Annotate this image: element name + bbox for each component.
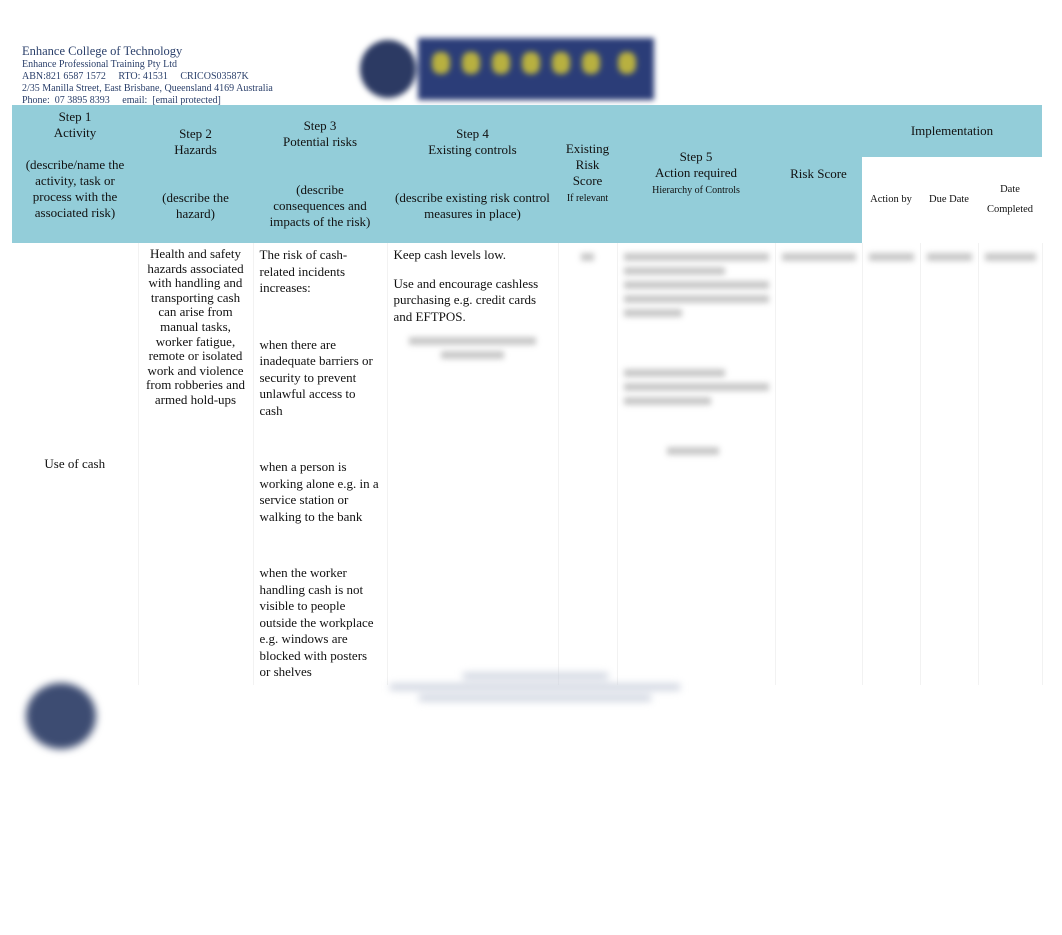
risk-assessment-table: Step 1 Activity (describe/name the activi…	[12, 105, 1043, 685]
header-step4: Step 4 Existing controls (describe existi…	[387, 105, 558, 243]
risk-score-cell	[775, 243, 863, 685]
risks-cell: The risk of cash-related incidents incre…	[253, 243, 388, 685]
controls-cell: Keep cash levels low. Use and encourage …	[387, 243, 559, 685]
registration-ids: ABN:821 6587 1572 RTO: 41531 CRICOS03587…	[22, 71, 249, 82]
action-by-cell	[862, 243, 921, 685]
hazard-cell: Health and safety hazards associated wit…	[138, 243, 254, 685]
header-risk-score: Risk Score	[775, 105, 862, 243]
footer-text	[390, 668, 680, 708]
address: 2/35 Manilla Street, East Brisbane, Quee…	[22, 83, 273, 94]
activity-cell: Use of cash	[12, 243, 139, 685]
due-date-cell	[920, 243, 979, 685]
company-name: Enhance Professional Training Pty Ltd	[22, 59, 177, 70]
header-step1: Step 1 Activity (describe/name the activi…	[12, 105, 138, 243]
date-completed-cell	[978, 243, 1043, 685]
header-existing-risk-score: Existing Risk Score If relevant	[558, 105, 617, 243]
header-implementation: Implementation	[862, 105, 1042, 157]
college-logo	[360, 38, 655, 102]
footer-seal-logo	[26, 683, 96, 749]
header-step5: Step 5 Action required Hierarchy of Contro…	[617, 105, 775, 243]
organization-header: Enhance College of Technology Enhance Pr…	[22, 44, 273, 107]
header-step3: Step 3 Potential risks (describe conseque…	[253, 105, 387, 243]
header-due-date: Due Date	[920, 157, 978, 243]
header-date-completed: Date Completed	[978, 157, 1042, 243]
header-step2: Step 2 Hazards (describe the hazard)	[138, 105, 253, 243]
header-action-by: Action by	[862, 157, 920, 243]
org-name: Enhance College of Technology	[22, 44, 183, 58]
table-row: Use of cash Health and safety hazards as…	[12, 243, 1043, 685]
existing-score-cell	[558, 243, 618, 685]
action-required-cell	[617, 243, 776, 685]
